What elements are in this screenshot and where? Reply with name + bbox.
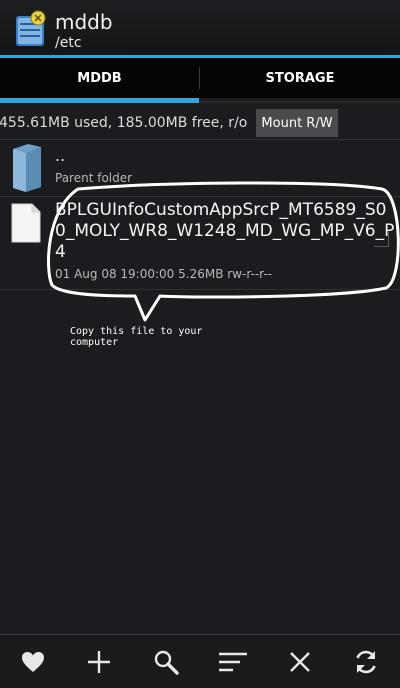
search-button[interactable] — [149, 645, 183, 679]
search-icon — [154, 650, 179, 675]
list-item-parent-folder[interactable]: .. Parent folder — [0, 140, 400, 196]
app-title: mddb — [55, 10, 113, 34]
action-bar: mddb /etc — [0, 0, 400, 57]
close-button[interactable] — [283, 645, 317, 679]
sort-button[interactable] — [216, 645, 250, 679]
file-name: BPLGUInfoCustomAppSrcP_MT6589_S00_MOLY_W… — [55, 200, 395, 262]
tab-label: STORAGE — [265, 70, 335, 86]
tab-storage[interactable]: STORAGE — [200, 58, 400, 98]
divider — [0, 289, 400, 290]
parent-folder-name: .. — [55, 146, 66, 165]
add-button[interactable] — [82, 645, 116, 679]
app-logo-icon[interactable] — [14, 10, 48, 48]
plus-icon — [88, 651, 110, 673]
storage-usage-text: 455.61MB used, 185.00MB free, r/o — [0, 115, 248, 131]
heart-icon — [22, 652, 44, 672]
parent-folder-label: Parent folder — [55, 171, 133, 185]
tab-bar: MDDB STORAGE — [0, 58, 400, 98]
tab-mddb[interactable]: MDDB — [0, 58, 199, 98]
refresh-icon — [356, 650, 376, 674]
folder-icon — [13, 144, 41, 192]
list-item-file[interactable]: BPLGUInfoCustomAppSrcP_MT6589_S00_MOLY_W… — [0, 197, 400, 289]
tab-label: MDDB — [77, 70, 122, 86]
favorites-button[interactable] — [16, 645, 50, 679]
bottom-toolbar — [0, 635, 400, 688]
select-checkbox[interactable] — [374, 232, 389, 247]
file-details: 01 Aug 08 19:00:00 5.26MB rw-r--r-- — [55, 267, 272, 281]
sort-icon — [219, 652, 247, 672]
annotation-text: Copy this file to your computer — [70, 326, 203, 348]
file-icon — [11, 203, 41, 243]
mount-rw-button[interactable]: Mount R/W — [256, 109, 338, 137]
current-path: /etc — [55, 35, 82, 51]
selected-tab-indicator — [0, 98, 199, 103]
close-icon — [290, 652, 310, 672]
refresh-button[interactable] — [349, 645, 383, 679]
